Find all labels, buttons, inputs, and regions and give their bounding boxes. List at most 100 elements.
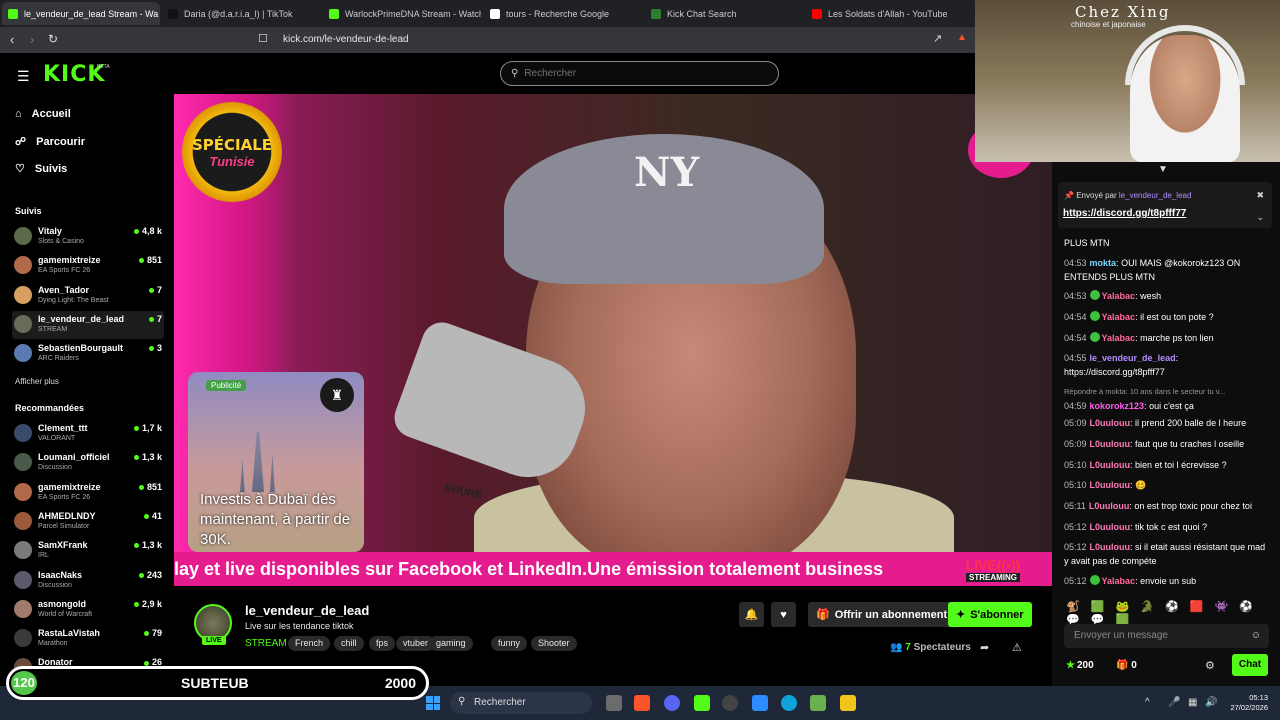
pinned-message[interactable]: 📌 Envoyé par le_vendeur_de_lead https://… (1058, 182, 1272, 228)
stream-tag[interactable]: French (288, 636, 331, 651)
message-username[interactable]: L0uulouu (1090, 460, 1131, 470)
sidebar-channel[interactable]: gamemixtreize EA Sports FC 26 851 (12, 479, 164, 507)
emote-bar[interactable]: 🐒 🟩 🐸 🐊 ⚽ 🟥 👾 ⚽ 💬 💬 🟩 (1066, 600, 1271, 626)
expand-icon[interactable]: ⌄ (1256, 212, 1264, 223)
follow-heart-button[interactable]: ♥ (771, 602, 796, 627)
video-player[interactable]: NY SHURE SPÉCIALE Tunisie Publicité ♜ In… (174, 94, 1052, 586)
browser-tab[interactable]: Les Soldats d'Allah - YouTube (806, 2, 964, 25)
photos-icon[interactable] (752, 695, 768, 711)
sidebar-channel[interactable]: asmongold World of Warcraft 2,9 k (12, 596, 164, 624)
sidebar-channel[interactable]: IsaacNaks Discussion 243 (12, 567, 164, 595)
minecraft-icon[interactable] (810, 695, 826, 711)
share-page-icon[interactable]: ↗ (933, 32, 942, 45)
chat-message[interactable]: Répondre à mokta: 10 ans dans le secteur… (1064, 385, 1269, 413)
sidebar-channel[interactable]: Vitaly Slots & Casino 4,8 k (12, 223, 164, 251)
chat-message[interactable]: 05:09 L0uulouu: faut que tu craches l ose… (1064, 437, 1269, 451)
chat-message[interactable]: 05:12 Yalabac: envoie un sub (1064, 574, 1269, 588)
sidebar-channel[interactable]: SebastienBourgault ARC Raiders 3 (12, 340, 164, 368)
edge-icon[interactable] (781, 695, 797, 711)
message-username[interactable]: Yalabac (1102, 333, 1136, 343)
windows-start-icon[interactable] (426, 696, 440, 710)
message-username[interactable]: Yalabac (1102, 312, 1136, 322)
chat-message[interactable]: 04:54 Yalabac: marche ps ton lien (1064, 331, 1269, 345)
share-icon[interactable]: ➦ (980, 641, 989, 654)
channel-name[interactable]: le_vendeur_de_lead (245, 603, 369, 618)
gear-icon[interactable]: ⚙ (1205, 659, 1215, 672)
message-username[interactable]: mokta (1090, 258, 1117, 268)
sidebar-channel[interactable]: RastaLaVistah Marathon 79 (12, 625, 164, 653)
tray-chevron-icon[interactable]: ^ (1145, 697, 1150, 708)
warning-icon[interactable]: ⚠ (1012, 641, 1022, 654)
forward-icon[interactable]: › (30, 32, 34, 47)
message-username[interactable]: L0uulouu (1090, 522, 1131, 532)
reload-icon[interactable]: ↻ (48, 32, 58, 46)
chat-message[interactable]: 05:11 L0uulouu: on est trop toxic pour ch… (1064, 499, 1269, 513)
sidebar-channel[interactable]: le_vendeur_de_lead STREAM 7 (12, 310, 164, 339)
nav-browse[interactable]: ☍ Parcourir (15, 135, 85, 149)
stream-tag[interactable]: chill (334, 636, 364, 651)
channel-points[interactable]: ★ 200 (1066, 660, 1094, 671)
bookmark-icon[interactable]: ☐ (258, 32, 268, 45)
taskbar-search[interactable]: ⚲ Rechercher (450, 692, 592, 714)
sidebar-channel[interactable]: AHMEDLNDY Parcel Simulator 41 (12, 508, 164, 536)
ad-overlay[interactable]: Publicité ♜ Investis à Dubaï dès mainten… (188, 372, 364, 552)
brave-shield-icon[interactable]: ▲ (957, 32, 967, 43)
chat-message[interactable]: 04:53 Yalabac: wesh (1064, 289, 1269, 303)
browser-tab[interactable]: WarlockPrimeDNA Stream - Watch L (323, 2, 481, 25)
emoji-icon[interactable]: ☺ (1251, 630, 1261, 641)
chat-message[interactable]: 05:10 L0uulouu: 🥴 (1064, 478, 1269, 492)
url-field[interactable]: kick.com/le-vendeur-de-lead (283, 34, 409, 45)
task-view-icon[interactable] (606, 695, 622, 711)
notification-bell-button[interactable]: 🔔 (739, 602, 764, 627)
message-username[interactable]: L0uulouu (1090, 480, 1131, 490)
gift-sub-button[interactable]: 🎁 Offrir un abonnement (808, 602, 956, 627)
sidebar-channel[interactable]: Loumani_officiel Discussion 1,3 k (12, 449, 164, 477)
discord-icon[interactable] (664, 695, 680, 711)
search-bar[interactable]: ⚲ (500, 61, 779, 86)
sidebar-channel[interactable]: Aven_Tador Dying Light: The Beast 7 (12, 282, 164, 310)
unpin-icon[interactable]: ✖ (1256, 190, 1264, 201)
app-icon[interactable] (840, 695, 856, 711)
chat-message[interactable]: 05:10 L0uulouu: bien et toi l écrevisse ? (1064, 458, 1269, 472)
message-username[interactable]: L0uulouu (1090, 439, 1131, 449)
kick-app-icon[interactable] (694, 695, 710, 711)
chat-input[interactable]: Envoyer un message ☺ (1064, 624, 1269, 648)
show-more-link[interactable]: Afficher plus (15, 377, 59, 386)
chat-message[interactable]: 04:53 mokta: OUI MAIS @kokorokz123 ON ENT… (1064, 256, 1269, 284)
search-input[interactable] (524, 68, 745, 79)
pinned-link[interactable]: https://discord.gg/t8pfff77 (1063, 208, 1186, 219)
message-username[interactable]: L0uulouu (1089, 501, 1130, 511)
stream-tag[interactable]: Shooter (531, 636, 577, 651)
sidebar-channel[interactable]: Clement_ttt VALORANT 1,7 k (12, 420, 164, 448)
gift-count[interactable]: 🎁 0 (1116, 660, 1137, 671)
browser-tab[interactable]: le_vendeur_de_lead Stream - Wa✕ (2, 2, 160, 25)
message-username[interactable]: L0uulouu (1090, 418, 1131, 428)
nav-home[interactable]: ⌂ Accueil (15, 108, 71, 120)
message-username[interactable]: le_vendeur_de_lead (1090, 353, 1176, 363)
browser-tab[interactable]: tours - Recherche Google (484, 2, 642, 25)
obs-icon[interactable] (722, 695, 738, 711)
browser-tab[interactable]: Kick Chat Search (645, 2, 803, 25)
nav-following[interactable]: ♡ Suivis (15, 162, 67, 176)
stream-tag[interactable]: gaming (429, 636, 473, 651)
message-username[interactable]: kokorokz123 (1090, 401, 1145, 411)
network-icon[interactable]: ▦ (1188, 697, 1197, 708)
chat-message[interactable]: PLUS MTN (1064, 236, 1269, 250)
brave-icon[interactable] (634, 695, 650, 711)
send-chat-button[interactable]: Chat (1232, 654, 1268, 676)
microphone-icon[interactable]: 🎤 (1168, 697, 1180, 708)
message-username[interactable]: L0uulouu (1090, 542, 1131, 552)
tray-clock[interactable]: 05:13 27/02/2026 (1220, 693, 1268, 713)
stream-category[interactable]: STREAM (245, 638, 287, 649)
sidebar-channel[interactable]: gamemixtreize EA Sports FC 26 851 (12, 252, 164, 280)
volume-icon[interactable]: 🔊 (1205, 697, 1217, 708)
stream-tag[interactable]: funny (491, 636, 528, 651)
subscribe-button[interactable]: ✦ S'abonner (948, 602, 1032, 627)
stream-tag[interactable]: fps (369, 636, 396, 651)
back-icon[interactable]: ‹ (10, 32, 14, 47)
sidebar-channel[interactable]: SamXFrank IRL 1,3 k (12, 537, 164, 565)
browser-tab[interactable]: Daria (@d.a.r.i.a_l) | TikTok (162, 2, 320, 25)
message-username[interactable]: Yalabac (1102, 576, 1136, 586)
message-username[interactable]: Yalabac (1102, 291, 1136, 301)
chevron-down-icon[interactable]: ▼ (1158, 164, 1168, 175)
